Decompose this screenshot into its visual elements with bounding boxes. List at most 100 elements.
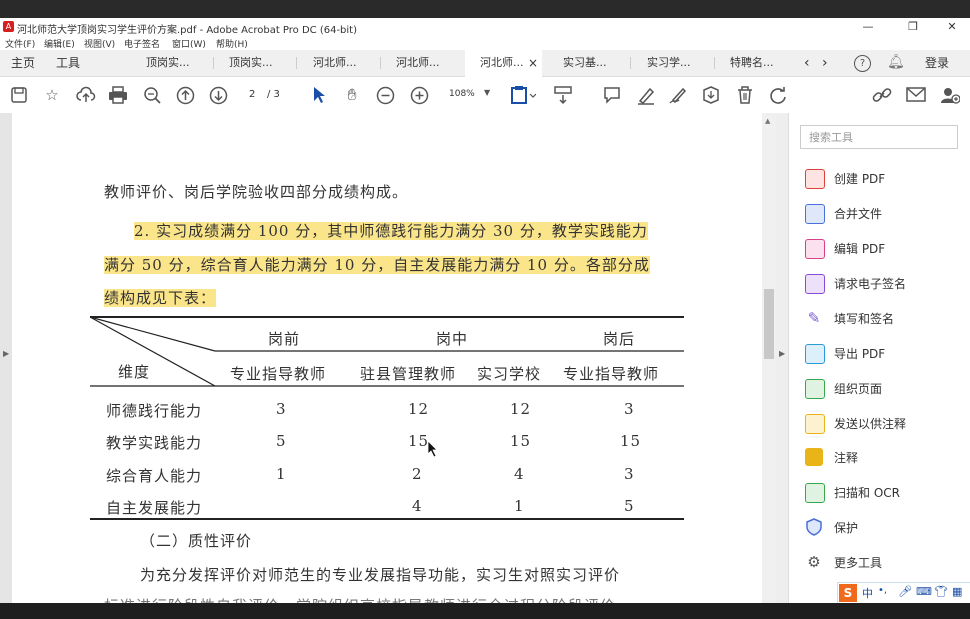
tab-separator bbox=[714, 57, 715, 69]
main-toolbar: ☆ 2 / 3 ✋︎ 108% ▼ bbox=[0, 77, 970, 114]
export-pdf-icon bbox=[805, 344, 825, 364]
minimize-button[interactable]: — bbox=[848, 19, 888, 35]
tools-panel: 搜索工具 创建 PDF 合并文件 编辑 PDF 请求电子签名 ✎ 填写和签名 导… bbox=[788, 113, 970, 603]
menu-edit[interactable]: 编辑(E) bbox=[44, 37, 75, 50]
menu-window[interactable]: 窗口(W) bbox=[172, 37, 206, 50]
tab-tools[interactable]: 工具 bbox=[56, 50, 80, 76]
table-cell: 4 bbox=[514, 465, 525, 483]
upload-cloud-icon[interactable] bbox=[76, 86, 96, 104]
menu-esign[interactable]: 电子签名 bbox=[124, 37, 160, 50]
doc-tab-1[interactable]: 顶岗实... bbox=[146, 50, 190, 76]
doc-tab-7[interactable]: 实习学... bbox=[647, 50, 691, 76]
tool-scan-ocr[interactable]: 扫描和 OCR bbox=[805, 481, 965, 505]
delete-trash-icon[interactable] bbox=[736, 85, 754, 105]
tab-home[interactable]: 主页 bbox=[11, 50, 35, 76]
search-tools-input[interactable]: 搜索工具 bbox=[800, 125, 958, 149]
menu-file[interactable]: 文件(F) bbox=[5, 37, 35, 50]
add-user-share-icon[interactable] bbox=[940, 85, 960, 105]
ime-punctuation-icon[interactable]: •, bbox=[878, 585, 887, 596]
ime-keyboard-icon[interactable]: ⌨ bbox=[916, 585, 932, 598]
tool-send-for-comment[interactable]: 发送以供注释 bbox=[805, 412, 965, 436]
ime-menu-icon[interactable]: ▦ bbox=[952, 585, 962, 598]
menu-help[interactable]: 帮助(H) bbox=[216, 37, 248, 50]
scroll-up-arrow-icon[interactable]: ▲ bbox=[765, 117, 770, 125]
tool-organize-pages[interactable]: 组织页面 bbox=[805, 377, 965, 401]
header-post-internship: 岗后 bbox=[603, 330, 636, 348]
save-icon[interactable] bbox=[10, 86, 28, 104]
previous-page-icon[interactable] bbox=[176, 86, 195, 105]
tool-fill-sign[interactable]: ✎ 填写和签名 bbox=[805, 307, 965, 331]
fit-page-icon[interactable] bbox=[510, 85, 536, 105]
document-page[interactable]: 教师评价、岗后学院验收四部分成绩构成。 2. 实习成绩满分 100 分，其中师德… bbox=[12, 113, 762, 603]
doc-tab-4[interactable]: 河北师... bbox=[396, 50, 440, 76]
tab-bar: 主页 工具 顶岗实... 顶岗实... 河北师... 河北师... 河北师...… bbox=[0, 50, 970, 77]
doc-tab-8[interactable]: 特聘名... bbox=[730, 50, 774, 76]
notification-bell-icon[interactable]: 🔔︎ bbox=[887, 54, 905, 70]
request-esign-icon bbox=[805, 274, 825, 294]
zoom-dropdown-chevron-icon[interactable]: ▼ bbox=[484, 88, 490, 97]
doc-tab-3[interactable]: 河北师... bbox=[313, 50, 357, 76]
print-icon[interactable] bbox=[108, 86, 128, 104]
table-cell: 15 bbox=[408, 432, 430, 450]
hand-tool-icon[interactable]: ✋︎ bbox=[342, 85, 362, 105]
ime-mic-icon[interactable]: 🎤︎ bbox=[898, 585, 912, 598]
select-cursor-icon[interactable] bbox=[311, 85, 327, 105]
ime-toolbar[interactable]: S 中 •, 🎤︎ ⌨ 👕︎ ▦ bbox=[837, 582, 970, 604]
highlight-pen-icon[interactable] bbox=[636, 85, 656, 105]
tab-scroll-left-icon[interactable]: ‹ bbox=[804, 50, 810, 76]
tool-label: 更多工具 bbox=[834, 556, 883, 570]
tool-label: 发送以供注释 bbox=[834, 417, 907, 431]
email-icon[interactable] bbox=[906, 86, 926, 104]
tool-create-pdf[interactable]: 创建 PDF bbox=[805, 167, 965, 191]
tab-scroll-right-icon[interactable]: › bbox=[822, 50, 828, 76]
tool-export-pdf[interactable]: 导出 PDF bbox=[805, 342, 965, 366]
zoom-level-select[interactable]: 108% bbox=[449, 89, 475, 99]
collapse-right-pane-icon[interactable]: ▶ bbox=[779, 349, 785, 358]
doc-tab-5-active[interactable]: 河北师... bbox=[480, 50, 524, 76]
screen-top-bar bbox=[0, 0, 970, 18]
highlighted-text: 满分 50 分，综合育人能力满分 10 分，自主发展能力满分 10 分。各部分成 bbox=[104, 256, 650, 274]
right-pane-divider[interactable]: ▶ bbox=[776, 113, 788, 603]
zoom-in-icon[interactable] bbox=[410, 86, 429, 105]
tool-request-esign[interactable]: 请求电子签名 bbox=[805, 272, 965, 296]
tool-more-tools[interactable]: ⚙ 更多工具 bbox=[805, 551, 965, 575]
tool-combine-files[interactable]: 合并文件 bbox=[805, 202, 965, 226]
tool-comment[interactable]: 注释 bbox=[805, 446, 965, 470]
window-title: 河北师范大学顶岗实习学生评价方案.pdf - Adobe Acrobat Pro… bbox=[17, 25, 358, 36]
header-pre-internship: 岗前 bbox=[268, 330, 301, 348]
ime-skin-icon[interactable]: 👕︎ bbox=[934, 585, 948, 598]
scrollbar-thumb[interactable] bbox=[764, 289, 774, 359]
login-button[interactable]: 登录 bbox=[925, 50, 949, 76]
maximize-button[interactable]: ❐ bbox=[893, 19, 933, 35]
bookmark-star-icon[interactable]: ☆ bbox=[42, 85, 62, 105]
expand-left-pane-icon[interactable]: ▶ bbox=[3, 349, 9, 358]
left-nav-pane-collapsed[interactable]: ▶ bbox=[0, 113, 12, 603]
page-number-input[interactable]: 2 bbox=[249, 89, 255, 100]
rotate-icon[interactable] bbox=[768, 85, 788, 105]
doc-tab-2[interactable]: 顶岗实... bbox=[229, 50, 273, 76]
zoom-search-icon[interactable] bbox=[143, 86, 162, 105]
doc-text-line: 教师评价、岗后学院验收四部分成绩构成。 bbox=[104, 183, 409, 201]
help-icon[interactable]: ? bbox=[854, 55, 871, 72]
comment-icon[interactable] bbox=[603, 86, 621, 104]
next-page-icon[interactable] bbox=[209, 86, 228, 105]
doc-paragraph-line-cut: 标准进行阶段性自我评价，学院组织高校指导教师进行全过程分阶段评价 bbox=[104, 595, 616, 603]
scroll-mode-icon[interactable] bbox=[553, 85, 573, 105]
table-cell: 3 bbox=[624, 465, 635, 483]
zoom-out-icon[interactable] bbox=[376, 86, 395, 105]
doc-tab-6[interactable]: 实习基... bbox=[563, 50, 607, 76]
link-tool-icon[interactable] bbox=[872, 85, 892, 105]
tool-label: 填写和签名 bbox=[834, 312, 895, 326]
vertical-scrollbar[interactable]: ▲ bbox=[762, 113, 776, 603]
row-label: 自主发展能力 bbox=[106, 499, 203, 517]
close-window-button[interactable]: ✕ bbox=[932, 19, 970, 35]
tab-close-icon[interactable]: × bbox=[528, 50, 538, 76]
menu-view[interactable]: 视图(V) bbox=[84, 37, 115, 50]
ime-chinese-mode[interactable]: 中 bbox=[862, 585, 873, 601]
sign-icon[interactable] bbox=[668, 85, 688, 105]
send-for-comment-icon[interactable] bbox=[701, 85, 721, 105]
tab-separator bbox=[380, 57, 381, 69]
table-cell: 1 bbox=[514, 497, 525, 515]
tool-edit-pdf[interactable]: 编辑 PDF bbox=[805, 237, 965, 261]
tool-protect[interactable]: 保护 bbox=[805, 516, 965, 540]
